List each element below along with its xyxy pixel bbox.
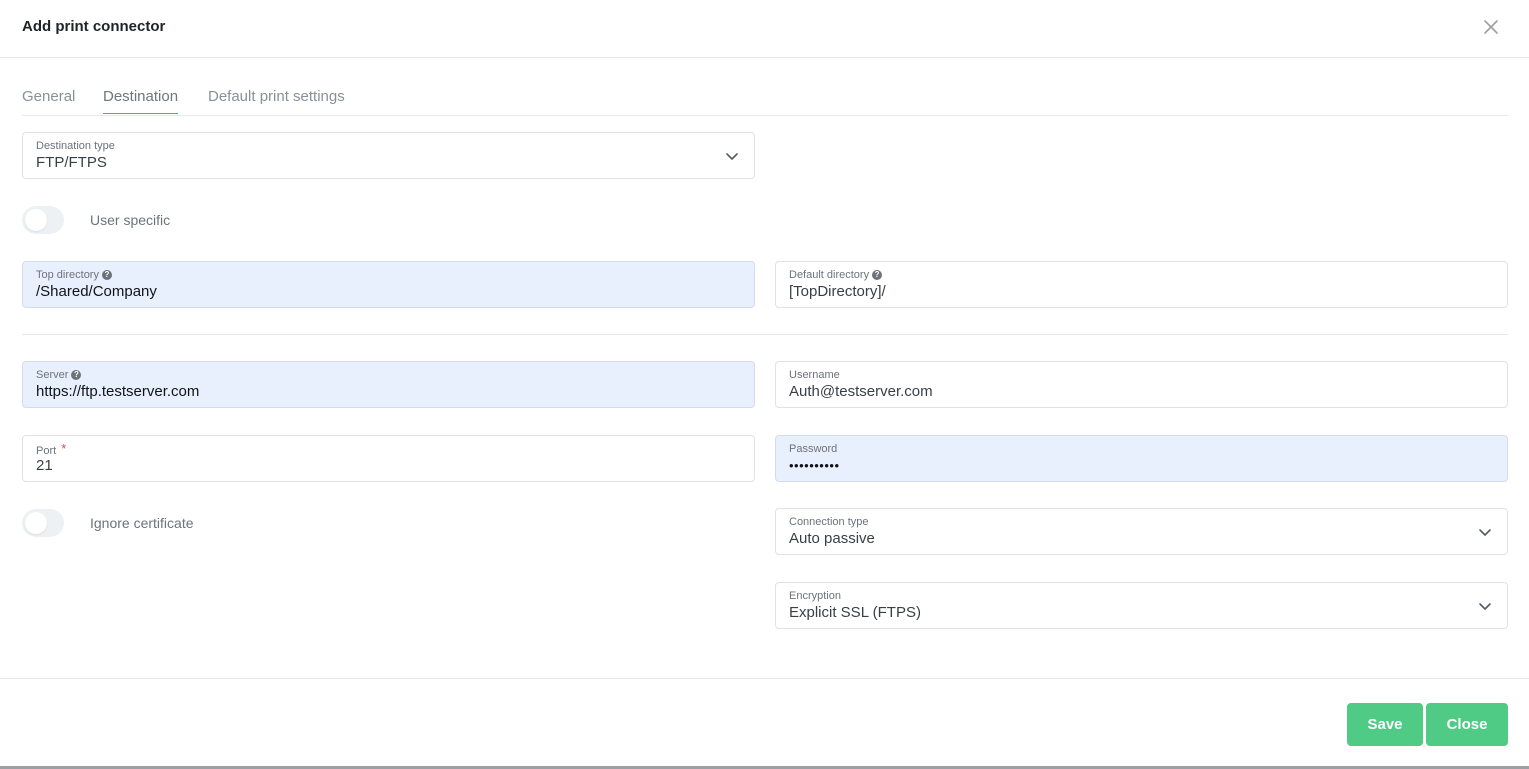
ignore-certificate-row: Ignore certificate xyxy=(22,508,194,538)
ignore-certificate-label: Ignore certificate xyxy=(90,515,194,531)
encryption-value: Explicit SSL (FTPS) xyxy=(789,604,921,621)
password-value: •••••••••• xyxy=(789,458,840,473)
chevron-down-icon xyxy=(726,153,738,160)
encryption-select[interactable]: Encryption Explicit SSL (FTPS) xyxy=(775,582,1508,629)
top-directory-value: /Shared/Company xyxy=(36,283,157,300)
password-label: Password xyxy=(789,443,838,455)
server-field[interactable]: Server ? https://ftp.testserver.com xyxy=(22,361,755,408)
help-icon[interactable]: ? xyxy=(71,370,82,380)
username-field[interactable]: Username Auth@testserver.com xyxy=(775,361,1508,408)
default-directory-label: Default directory xyxy=(789,269,870,281)
destination-type-select[interactable]: Destination type FTP/FTPS xyxy=(22,132,755,179)
user-specific-label: User specific xyxy=(90,212,171,228)
port-field[interactable]: Port * 21 xyxy=(22,435,755,482)
help-icon[interactable]: ? xyxy=(872,270,883,280)
server-label-wrap: Server ? xyxy=(36,369,82,381)
help-icon[interactable]: ? xyxy=(101,270,112,280)
add-print-connector-dialog: Add print connector General Destination … xyxy=(0,0,1529,769)
destination-type-label: Destination type xyxy=(36,140,115,152)
tab-bar: General Destination Default print settin… xyxy=(22,82,1508,116)
password-field[interactable]: Password •••••••••• xyxy=(775,435,1508,482)
connection-type-value: Auto passive xyxy=(789,530,875,547)
tab-default-print-settings[interactable]: Default print settings xyxy=(208,88,345,113)
default-directory-value: [TopDirectory]/ xyxy=(789,283,886,300)
server-value: https://ftp.testserver.com xyxy=(36,383,200,400)
dialog-title: Add print connector xyxy=(22,18,166,35)
username-label: Username xyxy=(789,369,840,381)
save-button[interactable]: Save xyxy=(1347,703,1423,746)
chevron-down-icon xyxy=(1479,529,1491,536)
toggle-knob xyxy=(25,512,47,534)
dialog-footer: Save Close xyxy=(0,678,1529,769)
destination-type-value: FTP/FTPS xyxy=(36,154,107,171)
port-value: 21 xyxy=(36,457,53,474)
connection-type-label: Connection type xyxy=(789,516,869,528)
tab-destination[interactable]: Destination xyxy=(103,88,179,114)
encryption-label: Encryption xyxy=(789,590,841,602)
top-directory-field[interactable]: Top directory ? /Shared/Company xyxy=(22,261,755,308)
username-value: Auth@testserver.com xyxy=(789,383,933,400)
user-specific-row: User specific xyxy=(22,205,170,235)
port-label-wrap: Port * xyxy=(36,441,67,458)
close-icon[interactable] xyxy=(1480,16,1502,38)
default-directory-field[interactable]: Default directory ? [TopDirectory]/ xyxy=(775,261,1508,308)
top-directory-label-wrap: Top directory ? xyxy=(36,269,112,281)
ignore-certificate-toggle[interactable] xyxy=(22,509,64,537)
server-label: Server xyxy=(36,369,69,381)
required-marker: * xyxy=(61,441,67,456)
toggle-knob xyxy=(25,209,47,231)
port-label: Port xyxy=(36,444,57,457)
connection-type-select[interactable]: Connection type Auto passive xyxy=(775,508,1508,555)
top-directory-label: Top directory xyxy=(36,269,99,281)
default-directory-label-wrap: Default directory ? xyxy=(789,269,883,281)
close-button[interactable]: Close xyxy=(1426,703,1508,746)
tab-general[interactable]: General xyxy=(22,88,75,113)
user-specific-toggle[interactable] xyxy=(22,206,64,234)
chevron-down-icon xyxy=(1479,603,1491,610)
dialog-header: Add print connector xyxy=(0,0,1529,58)
section-divider xyxy=(22,334,1508,335)
